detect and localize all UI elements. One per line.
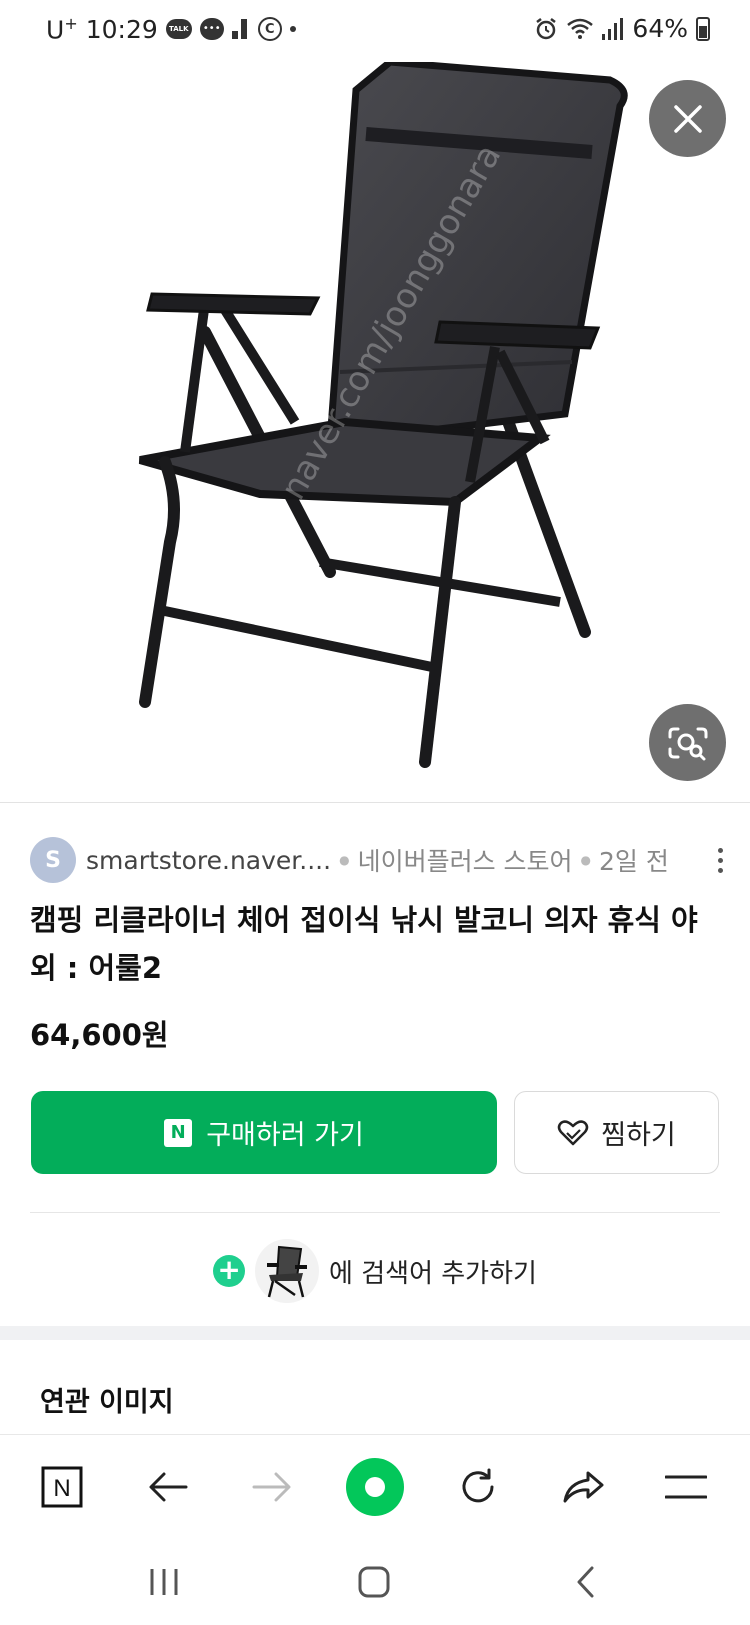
close-button[interactable] <box>649 80 726 157</box>
svg-text:N: N <box>53 1475 70 1502</box>
carrier-label: U+ <box>46 14 78 45</box>
add-search-term-label: 에 검색어 추가하기 <box>329 1258 537 1289</box>
divider <box>0 802 750 803</box>
wishlist-button[interactable]: 찜하기 <box>514 1091 719 1174</box>
share-button[interactable] <box>551 1455 615 1519</box>
home-button[interactable] <box>344 1560 404 1604</box>
naver-home-button[interactable]: N <box>30 1455 94 1519</box>
image-search-icon <box>668 727 707 760</box>
status-bar-left: U+ 10:29 TALK ••• C <box>46 14 296 44</box>
source-row[interactable]: S smartstore.naver.... ● 네이버플러스 스토어 ● 2일… <box>30 836 730 884</box>
source-store-name: 네이버플러스 스토어 <box>357 847 573 876</box>
browser-toolbar: N <box>0 1434 750 1544</box>
green-dot-icon <box>346 1458 404 1516</box>
product-price: 64,600원 <box>30 1018 169 1052</box>
recent-apps-button[interactable] <box>134 1560 194 1604</box>
more-dot <box>717 867 723 873</box>
battery-icon <box>696 16 710 41</box>
product-image-viewer[interactable]: naver.com/joonggonara <box>0 62 750 802</box>
signal-icon <box>602 17 624 40</box>
close-icon <box>673 104 702 133</box>
data-usage-icon <box>231 19 250 40</box>
separator-dot: ● <box>339 853 350 867</box>
more-dot <box>717 847 723 853</box>
wishlist-button-label: 찜하기 <box>601 1120 676 1151</box>
chevron-left-icon <box>577 1566 594 1598</box>
battery-percent: 64% <box>632 14 688 43</box>
separator-dot: ● <box>580 853 591 867</box>
source-avatar: S <box>30 837 76 883</box>
forward-button[interactable] <box>240 1455 304 1519</box>
alarm-icon <box>534 17 558 41</box>
status-bar: U+ 10:29 TALK ••• C 64% <box>0 0 750 62</box>
status-bar-right: 64% <box>534 14 710 43</box>
hamburger-menu-icon <box>665 1475 707 1499</box>
section-separator <box>0 1326 750 1340</box>
source-domain[interactable]: smartstore.naver.... <box>86 846 331 875</box>
wifi-icon <box>566 17 594 41</box>
arrow-left-icon <box>149 1472 188 1502</box>
system-back-button[interactable] <box>556 1560 616 1604</box>
product-image-chair: naver.com/joonggonara <box>138 62 628 768</box>
naver-n-icon: N <box>41 1466 83 1508</box>
naver-n-icon: N <box>164 1118 193 1147</box>
add-search-term-button[interactable]: + 에 검색어 추가하기 <box>0 1236 750 1306</box>
buy-button-label: 구매하러 가기 <box>206 1120 364 1151</box>
image-search-button[interactable] <box>649 704 726 781</box>
plus-icon: + <box>213 1255 246 1287</box>
kakaotalk-icon: TALK <box>165 19 192 40</box>
system-navigation-bar <box>0 1544 750 1625</box>
more-options-button[interactable] <box>710 840 730 880</box>
chair-thumbnail <box>255 1239 320 1303</box>
chat-icon: ••• <box>199 18 224 41</box>
c-badge-icon: C <box>257 17 282 42</box>
green-dot-button[interactable] <box>343 1455 407 1519</box>
related-images-heading: 연관 이미지 <box>40 1387 174 1418</box>
back-button[interactable] <box>136 1455 200 1519</box>
home-icon <box>358 1566 390 1598</box>
share-icon <box>563 1471 604 1503</box>
clock: 10:29 <box>85 14 158 44</box>
refresh-button[interactable] <box>446 1455 510 1519</box>
heart-icon <box>557 1119 589 1145</box>
recent-apps-icon <box>150 1569 178 1595</box>
menu-button[interactable] <box>654 1455 718 1519</box>
divider <box>30 1212 720 1213</box>
refresh-icon <box>462 1468 494 1503</box>
arrow-right-icon <box>252 1472 291 1502</box>
buy-button[interactable]: N 구매하러 가기 <box>31 1091 497 1174</box>
dot-icon <box>289 26 296 33</box>
product-title[interactable]: 캠핑 리클라이너 체어 접이식 낚시 발코니 의자 휴식 야외 : 어룰2 <box>30 896 720 992</box>
source-time: 2일 전 <box>599 847 669 876</box>
more-dot <box>717 857 723 863</box>
